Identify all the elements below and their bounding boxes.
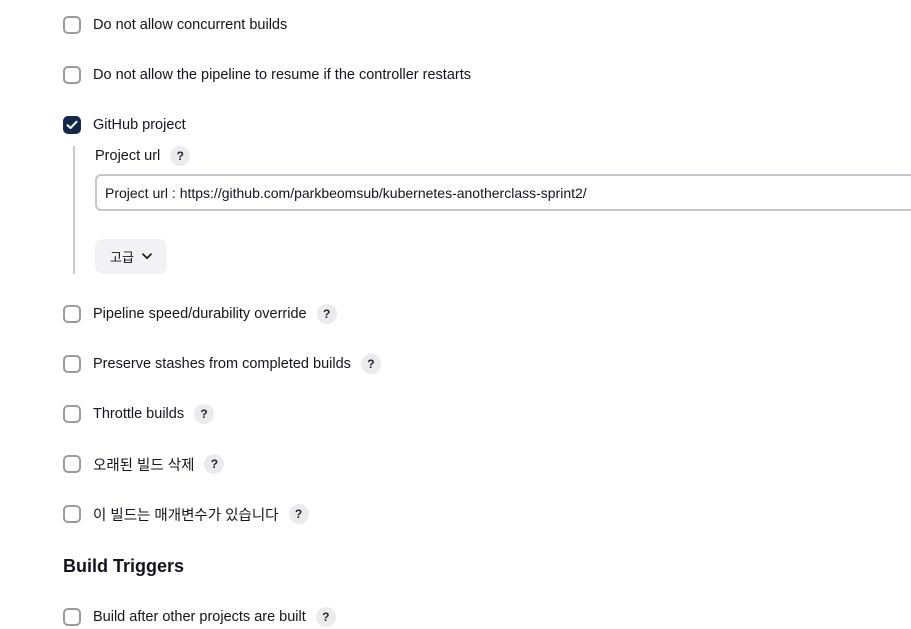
nested-section-border [73, 146, 75, 274]
checkbox[interactable] [63, 66, 81, 84]
option-label: 오래된 빌드 삭제 [93, 457, 195, 474]
checkbox[interactable] [63, 355, 81, 373]
option-github-project[interactable]: GitHub project [63, 113, 186, 137]
help-icon[interactable]: ? [360, 354, 381, 374]
option-pipeline-durability[interactable]: Pipeline speed/durability override ? [63, 302, 337, 326]
checkmark-icon [66, 120, 78, 129]
help-icon[interactable]: ? [315, 607, 336, 627]
advanced-button[interactable]: 고급 [95, 239, 167, 274]
option-label: Do not allow the pipeline to resume if t… [93, 67, 471, 83]
checkbox[interactable] [63, 455, 81, 473]
option-concurrent-builds[interactable]: Do not allow concurrent builds [63, 13, 287, 37]
field-label-text: Project url [95, 148, 161, 164]
option-parameterized-build[interactable]: 이 빌드는 매개변수가 있습니다 ? [63, 502, 309, 526]
option-label: Preserve stashes from completed builds [93, 356, 351, 372]
build-triggers-heading: Build Triggers [63, 556, 185, 576]
option-label: Throttle builds [93, 406, 185, 422]
option-label: Build after other projects are built [93, 609, 306, 625]
option-label: Do not allow concurrent builds [93, 17, 288, 33]
checkbox-checked[interactable] [63, 116, 81, 134]
trigger-build-after-other-projects[interactable]: Build after other projects are built ? [63, 605, 336, 629]
option-label: Pipeline speed/durability override [93, 306, 307, 322]
help-icon[interactable]: ? [194, 404, 215, 424]
help-icon[interactable]: ? [170, 146, 191, 166]
option-preserve-stashes[interactable]: Preserve stashes from completed builds ? [63, 352, 381, 376]
help-icon[interactable]: ? [204, 454, 225, 474]
option-discard-old-builds[interactable]: 오래된 빌드 삭제 ? [63, 452, 225, 476]
help-icon[interactable]: ? [316, 304, 337, 324]
option-label: GitHub project [93, 117, 186, 133]
option-resume-pipeline[interactable]: Do not allow the pipeline to resume if t… [63, 63, 471, 87]
checkbox[interactable] [63, 405, 81, 423]
advanced-button-label: 고급 [110, 250, 134, 265]
option-throttle-builds[interactable]: Throttle builds ? [63, 402, 215, 426]
option-label: 이 빌드는 매개변수가 있습니다 [93, 507, 279, 524]
checkbox[interactable] [63, 16, 81, 34]
checkbox[interactable] [63, 305, 81, 323]
project-url-label: Project url ? [95, 144, 191, 168]
project-url-input[interactable] [95, 174, 911, 211]
checkbox[interactable] [63, 608, 81, 626]
checkbox[interactable] [63, 505, 81, 523]
help-icon[interactable]: ? [288, 504, 309, 524]
chevron-down-icon [142, 253, 152, 260]
